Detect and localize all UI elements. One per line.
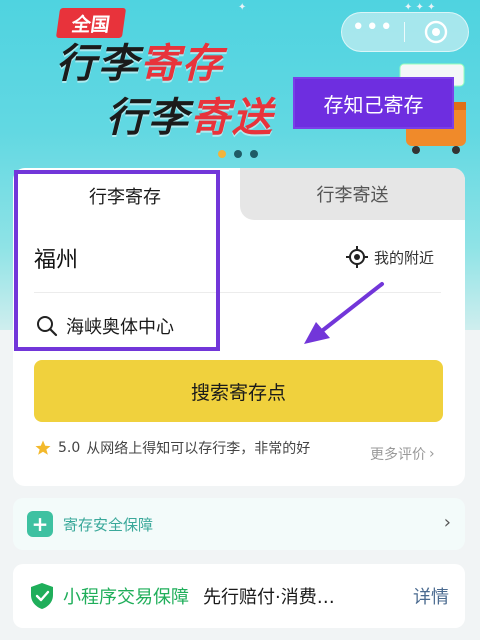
safety-label: 寄存安全保障: [63, 515, 154, 534]
guarantee-title: 小程序交易保障: [63, 587, 189, 608]
storage-safety-row[interactable]: + 寄存安全保障 ›: [13, 498, 465, 550]
review-snippet: 5.0 从网络上得知可以存行李，非常的好: [34, 438, 310, 458]
headline-line1: 行李寄存: [56, 44, 224, 84]
search-icon: [37, 316, 58, 337]
rating-score: 5.0: [58, 440, 81, 456]
search-value: 海峡奥体中心: [66, 317, 174, 338]
more-reviews-link[interactable]: 更多评价 ›: [370, 444, 435, 464]
details-link[interactable]: 详情: [413, 583, 449, 609]
shield-plus-icon: +: [27, 511, 53, 537]
tab-luggage-delivery[interactable]: 行李寄送: [240, 168, 465, 220]
search-input[interactable]: 海峡奥体中心: [36, 313, 174, 339]
headline-highlight: 寄送: [190, 95, 274, 141]
tab-label: 行李寄送: [316, 185, 389, 206]
more-menu-icon[interactable]: •••: [342, 17, 404, 39]
national-badge-label: 全国: [70, 13, 112, 36]
pager-dot[interactable]: [234, 150, 242, 158]
shield-check-icon: [31, 583, 53, 609]
store-button-label: 存知己寄存: [323, 92, 424, 117]
store-button[interactable]: 存知己寄存: [293, 77, 454, 129]
chevron-right-icon: ›: [429, 446, 435, 462]
headline-line2: 行李寄送: [106, 98, 274, 138]
nearby-button[interactable]: 我的附近: [346, 246, 434, 268]
star-icon: [35, 440, 51, 455]
tab-label: 行李寄存: [89, 187, 161, 208]
national-badge: 全国: [55, 8, 127, 38]
close-target-icon[interactable]: [405, 19, 469, 45]
miniprogram-capsule: •••: [341, 12, 469, 52]
sparkle-icon: ✦: [238, 2, 247, 13]
more-reviews-label: 更多评价: [370, 447, 426, 463]
nearby-label: 我的附近: [374, 248, 435, 267]
city-selector[interactable]: 福州: [34, 242, 78, 274]
headline-text: 行李: [56, 41, 140, 87]
pager-dot[interactable]: [250, 150, 258, 158]
annotation-arrow: [304, 282, 384, 344]
banner-pager[interactable]: [218, 150, 258, 158]
transaction-guarantee-row[interactable]: 小程序交易保障 先行赔付·消费… 详情: [13, 564, 465, 628]
guarantee-desc: 先行赔付·消费…: [203, 587, 335, 608]
chevron-right-icon: ›: [443, 512, 451, 533]
locate-icon: [346, 246, 368, 268]
search-button-label: 搜索寄存点: [190, 381, 286, 404]
review-text: 从网络上得知可以存行李，非常的好: [86, 441, 311, 457]
tab-luggage-storage[interactable]: 行李寄存: [40, 180, 210, 212]
headline-highlight: 寄存: [140, 41, 224, 87]
headline-text: 行李: [106, 95, 190, 141]
search-storage-button[interactable]: 搜索寄存点: [34, 360, 443, 422]
pager-dot-active[interactable]: [218, 150, 226, 158]
